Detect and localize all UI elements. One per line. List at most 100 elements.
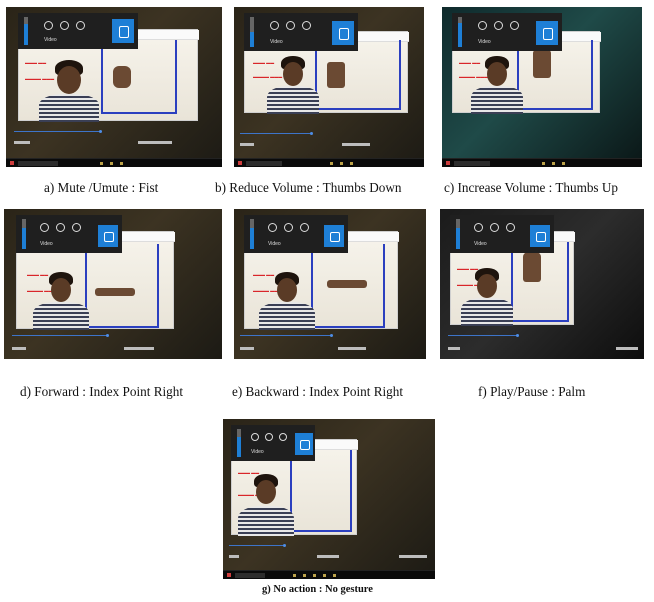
app-tile (332, 21, 354, 45)
taskbar (223, 570, 435, 579)
next-icon[interactable] (72, 223, 81, 232)
volume-slider[interactable] (250, 219, 254, 249)
player-controls[interactable] (317, 555, 339, 558)
windows-start-icon[interactable] (10, 161, 14, 165)
person (267, 56, 319, 114)
panel-g-screenshot: ▬▬▬ ▬▬ ▬▬▬▬ ▬▬▬ Video (223, 419, 435, 579)
panel-d-screenshot: ▬▬▬ ▬▬ ▬▬▬▬ ▬▬▬ Video (4, 209, 222, 359)
taskbar (442, 158, 642, 167)
seek-bar[interactable] (240, 132, 313, 135)
play-pause-icon[interactable] (494, 21, 503, 30)
index-point-right-gesture (95, 288, 135, 296)
seek-bar[interactable] (229, 544, 286, 547)
windows-start-icon[interactable] (238, 161, 242, 165)
media-flyout: Video (452, 13, 562, 51)
app-tile (112, 19, 134, 43)
previous-icon[interactable] (478, 21, 487, 30)
caption-g: g) No action : No gesture (262, 584, 373, 595)
camera-toolbar (312, 440, 358, 450)
taskbar-search[interactable] (18, 161, 58, 166)
person (39, 60, 99, 122)
volume-slider[interactable] (24, 17, 28, 45)
palm-gesture (523, 252, 541, 282)
player-controls[interactable] (342, 143, 370, 146)
taskbar-search[interactable] (235, 573, 265, 578)
volume-slider[interactable] (237, 429, 241, 457)
person (471, 56, 523, 114)
seek-bar[interactable] (448, 334, 519, 337)
volume-slider[interactable] (458, 17, 462, 47)
caption-b: b) Reduce Volume : Thumbs Down (215, 180, 402, 195)
volume-slider[interactable] (250, 17, 254, 47)
panel-a-screenshot: ▬▬▬ ▬▬ ▬▬▬▬ ▬▬▬ Video (6, 7, 222, 167)
player-controls[interactable] (124, 347, 154, 350)
next-icon[interactable] (510, 21, 519, 30)
player-controls[interactable] (240, 143, 254, 146)
previous-icon[interactable] (270, 21, 279, 30)
previous-icon[interactable] (268, 223, 277, 232)
next-icon[interactable] (279, 433, 287, 441)
app-tile (536, 21, 558, 45)
play-pause-icon[interactable] (56, 223, 65, 232)
media-flyout: Video (231, 425, 315, 461)
seek-bar[interactable] (12, 334, 109, 337)
panel-b-screenshot: ▬▬▬ ▬▬ ▬▬▬▬ ▬▬▬ Video (234, 7, 424, 167)
panel-c-screenshot: ▬▬▬ ▬▬ ▬▬▬▬ ▬▬▬ Video (442, 7, 642, 167)
taskbar-search[interactable] (454, 161, 490, 166)
previous-icon[interactable] (251, 433, 259, 441)
player-controls[interactable] (14, 141, 30, 144)
next-icon[interactable] (506, 223, 515, 232)
caption-a: a) Mute /Umute : Fist (44, 180, 159, 195)
seek-bar[interactable] (240, 334, 333, 337)
play-pause-icon[interactable] (286, 21, 295, 30)
play-pause-icon[interactable] (60, 21, 69, 30)
player-controls[interactable] (616, 347, 638, 350)
play-pause-icon[interactable] (265, 433, 273, 441)
caption-d: d) Forward : Index Point Right (20, 384, 184, 399)
person (33, 272, 89, 330)
camera-toolbar (343, 232, 399, 242)
previous-icon[interactable] (474, 223, 483, 232)
media-flyout: Video (244, 215, 348, 253)
media-flyout: Video (18, 13, 138, 49)
volume-slider[interactable] (22, 219, 26, 249)
player-label: Video (268, 241, 281, 247)
windows-start-icon[interactable] (227, 573, 231, 577)
play-pause-icon[interactable] (284, 223, 293, 232)
hand-bounding-box (85, 244, 159, 328)
windows-start-icon[interactable] (446, 161, 450, 165)
person (238, 474, 294, 536)
player-controls[interactable] (399, 555, 427, 558)
media-flyout: Video (244, 13, 358, 51)
previous-icon[interactable] (40, 223, 49, 232)
volume-slider[interactable] (456, 219, 460, 249)
player-controls[interactable] (240, 347, 254, 350)
player-controls[interactable] (12, 347, 26, 350)
player-controls[interactable] (338, 347, 366, 350)
player-controls[interactable] (138, 141, 172, 144)
next-icon[interactable] (300, 223, 309, 232)
player-controls[interactable] (229, 555, 239, 558)
panel-e-screenshot: ▬▬▬ ▬▬ ▬▬▬▬ ▬▬▬ Video (234, 209, 426, 359)
index-point-gesture (327, 280, 367, 288)
seek-bar[interactable] (14, 130, 102, 133)
play-pause-icon[interactable] (490, 223, 499, 232)
taskbar (6, 158, 222, 167)
app-tile (324, 225, 344, 247)
player-label: Video (44, 37, 57, 43)
next-icon[interactable] (76, 21, 85, 30)
previous-icon[interactable] (44, 21, 53, 30)
hand-bounding-box (290, 450, 352, 532)
next-icon[interactable] (302, 21, 311, 30)
media-flyout: Video (16, 215, 122, 253)
player-label: Video (40, 241, 53, 247)
app-tile (98, 225, 118, 247)
thumbs-up-gesture (533, 50, 551, 78)
player-label: Video (474, 241, 487, 247)
caption-f: f) Play/Pause : Palm (478, 384, 586, 399)
player-controls[interactable] (448, 347, 460, 350)
fist-gesture (113, 66, 131, 88)
taskbar (234, 158, 424, 167)
person (461, 268, 513, 326)
taskbar-search[interactable] (246, 161, 282, 166)
